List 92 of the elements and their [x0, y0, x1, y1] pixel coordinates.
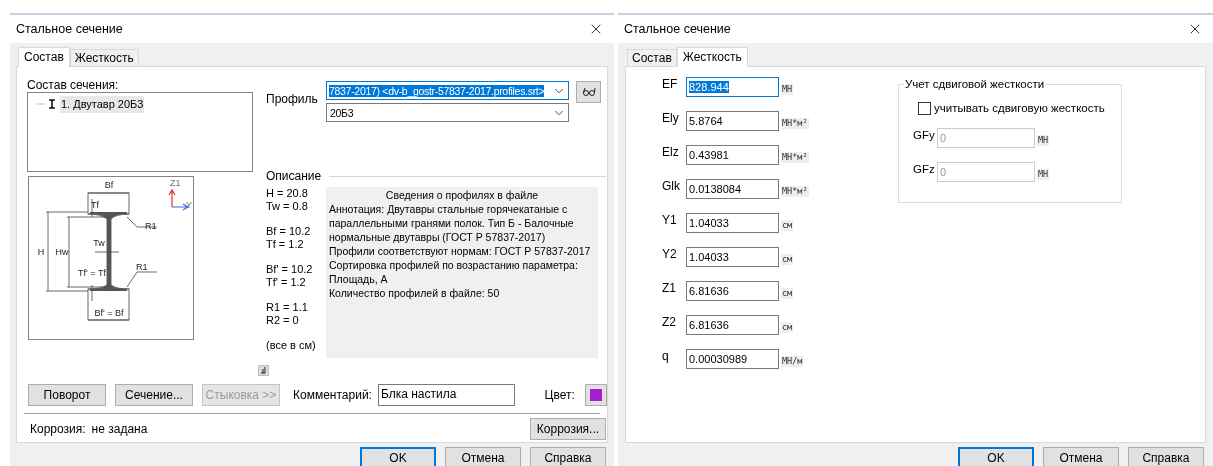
stiffness-label: Y2 — [662, 247, 678, 263]
unit-label: см — [781, 254, 794, 265]
ok-button[interactable]: OK — [360, 447, 436, 466]
dialog-button[interactable]: Справка — [1128, 447, 1204, 466]
stiffness-label: Ely — [662, 111, 680, 127]
drawing-label: Tf — [91, 200, 99, 210]
tab[interactable]: Состав — [627, 49, 677, 66]
dialog-button[interactable]: Отмена — [445, 447, 521, 466]
comment-label: Комментарий: — [293, 387, 372, 404]
ok-button[interactable]: OK — [958, 447, 1034, 466]
stiffness-field[interactable]: 5.8764 — [686, 111, 779, 131]
glasses-icon — [581, 87, 596, 97]
parameter-text: Tf' = 1.2 — [266, 276, 307, 289]
info-title: Сведения о профилях в файле — [384, 188, 540, 202]
info-text: Аннотация: Двутавры стальные горячекатаные с параллельными гранями полок. Тип Б - Балочные нормальные двутавры (ГОСТ Р 57837-2017) — [329, 202, 575, 244]
unit-label: МН*м² — [781, 186, 809, 197]
corrosion-value: не задана — [91, 421, 148, 438]
drawing-label: Tw — [93, 238, 105, 248]
window-title: Стальное сечение — [16, 20, 123, 38]
parameter-text: Tw = 0.8 — [266, 200, 309, 213]
unit-label: см — [781, 322, 794, 333]
drawing-label: Bf — [104, 180, 114, 190]
shear-label: GFy — [913, 128, 936, 144]
small-toggle-button[interactable] — [258, 365, 269, 376]
profile-label: Профиль — [266, 91, 319, 108]
parameter-text: Tf = 1.2 — [266, 238, 305, 251]
stiffness-field[interactable]: 0.00030989 — [686, 349, 779, 369]
stiffness-field[interactable]: 0.43981 — [686, 145, 779, 165]
stiffness-label: Glk — [662, 179, 681, 195]
dialog-button[interactable]: Справка — [530, 447, 606, 466]
profile-dropdown[interactable]: 7837-2017) <dv-b_gostr-57837-2017.profiles.srt> — [326, 81, 569, 100]
dialog-button[interactable]: Сечение... — [115, 384, 193, 406]
profile-dropdown[interactable]: 20Б3 — [326, 103, 569, 122]
unit-label: МН — [781, 84, 794, 95]
parameter-text: Bf' = 10.2 — [266, 263, 314, 276]
info-text: Количество профилей в файле: 50 — [329, 286, 501, 300]
unit-label: см — [781, 220, 794, 231]
drawing-label: H — [37, 247, 45, 257]
shear-label: GFz — [913, 162, 936, 178]
color-label: Цвет: — [544, 387, 575, 404]
window-title: Стальное сечение — [624, 20, 731, 38]
drawing-label: Tf' = Tf — [78, 268, 106, 278]
stiffness-field[interactable]: 1.04033 — [686, 247, 779, 267]
parameter-text: H = 20.8 — [266, 187, 309, 200]
stiffness-label: Elz — [662, 145, 680, 161]
section-list-label: Состав сечения: — [27, 77, 120, 92]
checkbox[interactable] — [918, 102, 931, 116]
stiffness-label: q — [662, 349, 670, 365]
drawing-label: R1 — [145, 221, 157, 231]
stiffness-label: EF — [662, 77, 679, 93]
tab[interactable]: Состав — [18, 47, 70, 67]
corrosion-label: Коррозия: — [30, 421, 86, 438]
drawing-label: Bf' = Bf — [94, 308, 124, 318]
parameter-text: Bf = 10.2 — [266, 225, 312, 238]
stiffness-field[interactable]: 828.944 — [686, 77, 779, 97]
drawing-label: Z1 — [170, 178, 181, 188]
stiffness-label: Z1 — [662, 281, 677, 297]
parameter-text: R1 = 1.1 — [266, 301, 309, 314]
drawing-label: Hw — [55, 247, 69, 257]
parameter-text: R2 = 0 — [266, 314, 300, 327]
unit-label: см — [781, 288, 794, 299]
parameter-text: (все в см) — [266, 339, 317, 352]
tree-beam-icon — [36, 98, 58, 111]
stiffness-field[interactable]: 6.81636 — [686, 281, 779, 301]
tab[interactable]: Жесткость — [676, 47, 748, 67]
unit-label: МН — [1037, 169, 1050, 181]
info-text: Сортировка профилей по возрастанию параметра: Площадь, А — [329, 258, 579, 286]
axis-icon — [168, 188, 190, 211]
view-profile-button[interactable] — [576, 81, 601, 103]
corner-icon — [260, 367, 267, 374]
unit-label: МН*м² — [781, 118, 809, 129]
info-text: Профили соответствуют нормам: ГОСТ Р 57837-2017 — [329, 244, 592, 258]
drawing-label: Y — [186, 200, 192, 210]
dialog-button[interactable]: Коррозия... — [530, 418, 606, 440]
comment-field[interactable]: Блка настила — [377, 384, 515, 406]
color-picker-button[interactable] — [584, 384, 607, 406]
stiffness-field[interactable]: 1.04033 — [686, 213, 779, 233]
tab[interactable]: Жесткость — [69, 49, 139, 66]
dialog-button[interactable]: Отмена — [1043, 447, 1119, 466]
description-label: Описание — [266, 168, 322, 185]
stiffness-field[interactable]: 6.81636 — [686, 315, 779, 335]
stiffness-label: Y1 — [662, 213, 678, 229]
unit-label: МН — [1037, 135, 1050, 147]
tree-item[interactable]: 1. Двутавр 20Б3 — [60, 96, 145, 113]
drawing-label: R1 — [136, 262, 148, 272]
unit-label: МН/м — [781, 356, 804, 367]
dialog-button[interactable]: Поворот — [28, 384, 106, 406]
group-title: Учет сдвиговой жесткости — [904, 77, 1046, 91]
stiffness-field[interactable]: 0.0138084 — [686, 179, 779, 199]
stiffness-label: Z2 — [662, 315, 677, 331]
unit-label: МН*м² — [781, 152, 809, 163]
checkbox-label: учитывать сдвиговую жесткость — [934, 101, 1105, 116]
